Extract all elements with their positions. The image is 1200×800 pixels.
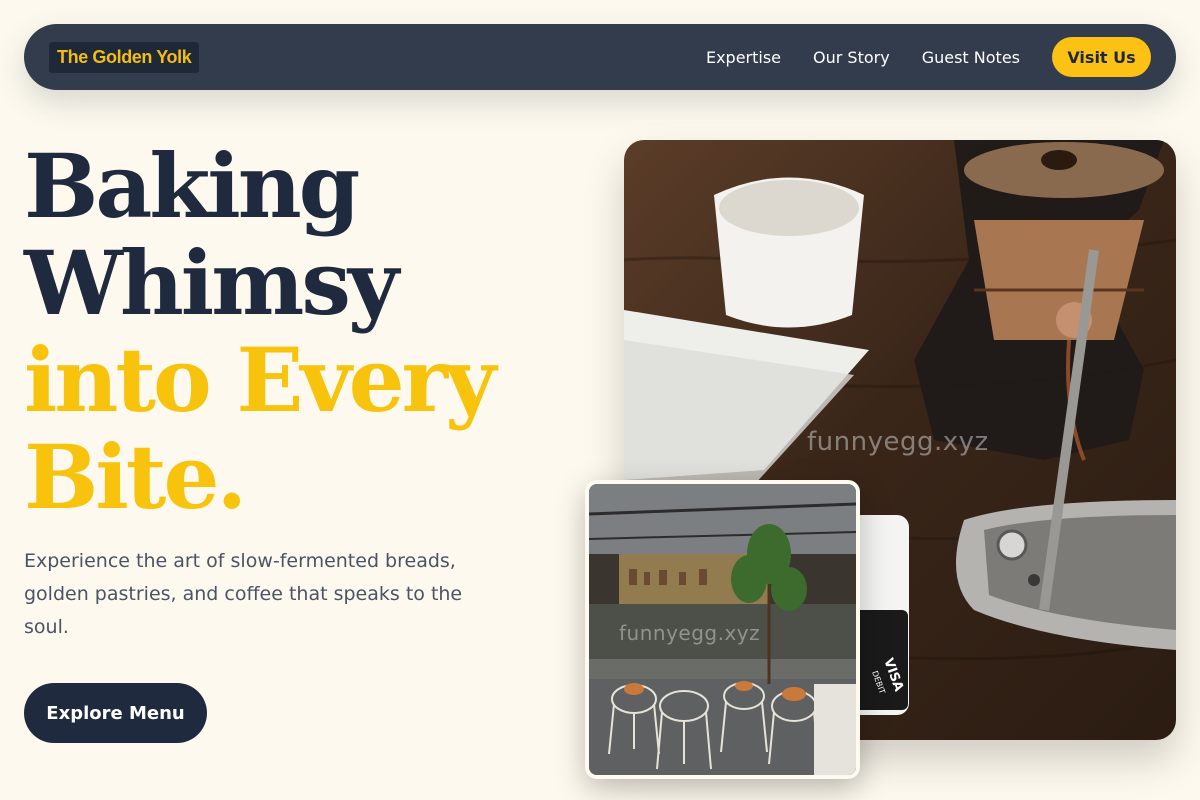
navbar: The Golden Yolk Expertise Our Story Gues… (24, 24, 1176, 90)
nav-link-expertise[interactable]: Expertise (706, 48, 781, 67)
brand-logo[interactable]: The Golden Yolk (49, 41, 200, 73)
hero-title-line-4: Bite. (24, 425, 247, 529)
cafe-interior-photo: funnyegg.xyz (585, 480, 860, 779)
nav-link-our-story[interactable]: Our Story (813, 48, 890, 67)
hero-title-line-1: Baking (24, 134, 360, 238)
nav-link-guest-notes[interactable]: Guest Notes (922, 48, 1020, 67)
nav-links: Expertise Our Story Guest Notes (706, 48, 1020, 67)
main-photo-watermark: funnyegg.xyz (807, 427, 989, 457)
hero-title-line-3: into Every (24, 328, 496, 432)
hero-subtitle: Experience the art of slow-fermented bre… (24, 550, 463, 638)
hero-title-line-2: Whimsy (24, 231, 399, 335)
hero-title: Baking Whimsy into Every Bite. (24, 138, 584, 526)
small-photo-watermark: funnyegg.xyz (619, 621, 761, 645)
explore-menu-button[interactable]: Explore Menu (24, 683, 207, 743)
visit-us-button[interactable]: Visit Us (1052, 37, 1151, 77)
